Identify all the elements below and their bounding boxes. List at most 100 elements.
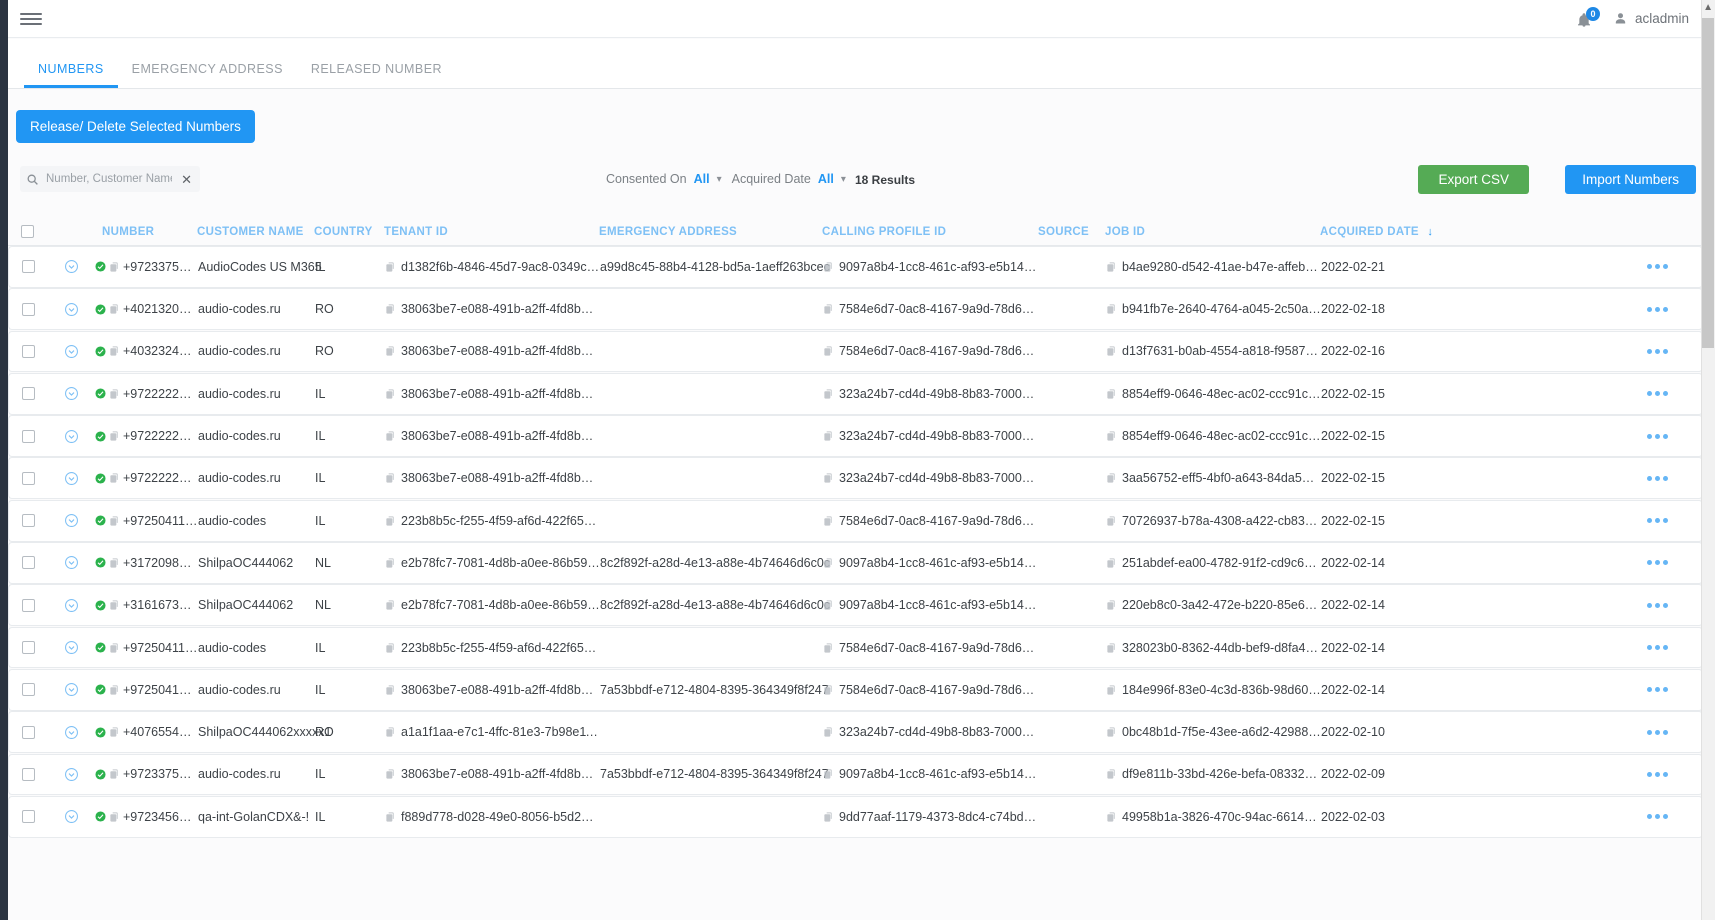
table-row[interactable]: +97233751752audio-codes.ruIL38063be7-e08… [8,754,1703,796]
copy-icon[interactable] [385,472,396,484]
copy-icon[interactable] [823,261,834,273]
more-options-icon[interactable] [1647,434,1668,439]
copy-icon[interactable] [823,557,834,569]
vertical-scrollbar[interactable]: ▲ [1701,0,1715,920]
copy-icon[interactable] [1106,557,1117,569]
column-header-emergency-address[interactable]: EMERGENCY ADDRESS [599,226,822,238]
chevron-down-circle-icon[interactable] [64,259,79,274]
select-all-checkbox[interactable] [21,225,34,238]
copy-icon[interactable] [1106,388,1117,400]
more-options-icon[interactable] [1647,476,1668,481]
column-header-tenant-id[interactable]: TENANT ID [384,226,599,238]
tab-numbers[interactable]: NUMBERS [24,62,118,88]
copy-icon[interactable] [109,472,120,484]
more-options-icon[interactable] [1647,814,1668,819]
chevron-down-icon[interactable]: ▾ [717,174,722,185]
notification-button[interactable]: 0 [1575,8,1595,30]
arrow-down-icon[interactable]: ↓ [1427,226,1433,238]
filter-acquired-date[interactable]: Acquired Date All ▾ [732,172,846,186]
copy-icon[interactable] [1106,811,1117,823]
filter-acquired-date-value[interactable]: All [818,172,834,186]
copy-icon[interactable] [1106,515,1117,527]
copy-icon[interactable] [1106,726,1117,738]
copy-icon[interactable] [1106,261,1117,273]
chevron-down-circle-icon[interactable] [64,513,79,528]
chevron-down-circle-icon[interactable] [64,386,79,401]
hamburger-icon[interactable] [20,8,42,30]
more-options-icon[interactable] [1647,349,1668,354]
copy-icon[interactable] [385,726,396,738]
copy-icon[interactable] [823,726,834,738]
copy-icon[interactable] [109,303,120,315]
user-menu[interactable]: acladmin [1613,11,1689,26]
more-options-icon[interactable] [1647,518,1668,523]
chevron-down-circle-icon[interactable] [64,767,79,782]
copy-icon[interactable] [823,811,834,823]
more-options-icon[interactable] [1647,560,1668,565]
search-input[interactable] [44,172,174,186]
more-options-icon[interactable] [1647,391,1668,396]
row-select-checkbox[interactable] [22,683,35,696]
copy-icon[interactable] [109,599,120,611]
chevron-down-circle-icon[interactable] [64,302,79,317]
row-select-checkbox[interactable] [22,810,35,823]
copy-icon[interactable] [1106,345,1117,357]
table-row[interactable]: +97234563232qa-int-GolanCDX&-!ILf889d778… [8,796,1703,838]
row-select-checkbox[interactable] [22,387,35,400]
clear-search-icon[interactable]: ✕ [179,173,194,186]
copy-icon[interactable] [109,768,120,780]
table-row[interactable]: +97233751948AudioCodes US M365ILd1382f6b… [8,246,1703,288]
more-options-icon[interactable] [1647,307,1668,312]
copy-icon[interactable] [823,515,834,527]
row-select-checkbox[interactable] [22,556,35,569]
chevron-down-circle-icon[interactable] [64,555,79,570]
row-select-checkbox[interactable] [22,303,35,316]
more-options-icon[interactable] [1647,645,1668,650]
chevron-down-circle-icon[interactable] [64,809,79,824]
table-row[interactable]: +31616734239ShilpaOC444062NLe2b78fc7-708… [8,584,1703,626]
column-header-number[interactable]: NUMBER [94,226,197,238]
row-select-checkbox[interactable] [22,430,35,443]
export-csv-button[interactable]: Export CSV [1418,165,1529,194]
chevron-down-circle-icon[interactable] [64,725,79,740]
copy-icon[interactable] [109,515,120,527]
copy-icon[interactable] [1106,684,1117,696]
row-select-checkbox[interactable] [22,345,35,358]
chevron-down-circle-icon[interactable] [64,598,79,613]
search-box[interactable]: ✕ [20,166,200,192]
copy-icon[interactable] [385,430,396,442]
table-row[interactable]: +40213206209audio-codes.ruRO38063be7-e08… [8,288,1703,330]
more-options-icon[interactable] [1647,730,1668,735]
copy-icon[interactable] [109,388,120,400]
copy-icon[interactable] [1106,642,1117,654]
chevron-down-circle-icon[interactable] [64,429,79,444]
table-row[interactable]: +97222222112audio-codes.ruIL38063be7-e08… [8,373,1703,415]
copy-icon[interactable] [1106,430,1117,442]
copy-icon[interactable] [385,345,396,357]
copy-icon[interactable] [385,303,396,315]
copy-icon[interactable] [385,811,396,823]
chevron-down-circle-icon[interactable] [64,471,79,486]
row-select-checkbox[interactable] [22,641,35,654]
table-row[interactable]: +31720987654ShilpaOC444062NLe2b78fc7-708… [8,542,1703,584]
table-row[interactable]: +97222222113audio-codes.ruIL38063be7-e08… [8,415,1703,457]
more-options-icon[interactable] [1647,264,1668,269]
scrollbar-thumb[interactable] [1702,18,1714,348]
copy-icon[interactable] [109,726,120,738]
filter-consented-on-value[interactable]: All [694,172,710,186]
copy-icon[interactable] [109,684,120,696]
copy-icon[interactable] [823,599,834,611]
filter-consented-on[interactable]: Consented On All ▾ [606,172,722,186]
copy-icon[interactable] [385,684,396,696]
more-options-icon[interactable] [1647,603,1668,608]
tab-emergency-address[interactable]: EMERGENCY ADDRESS [118,62,297,88]
copy-icon[interactable] [385,599,396,611]
copy-icon[interactable] [109,811,120,823]
copy-icon[interactable] [1106,303,1117,315]
table-row[interactable]: +972504112375audio-codesIL223b8b5c-f255-… [8,500,1703,542]
copy-icon[interactable] [385,768,396,780]
import-numbers-button[interactable]: Import Numbers [1565,165,1696,194]
copy-icon[interactable] [109,557,120,569]
copy-icon[interactable] [109,430,120,442]
more-options-icon[interactable] [1647,687,1668,692]
